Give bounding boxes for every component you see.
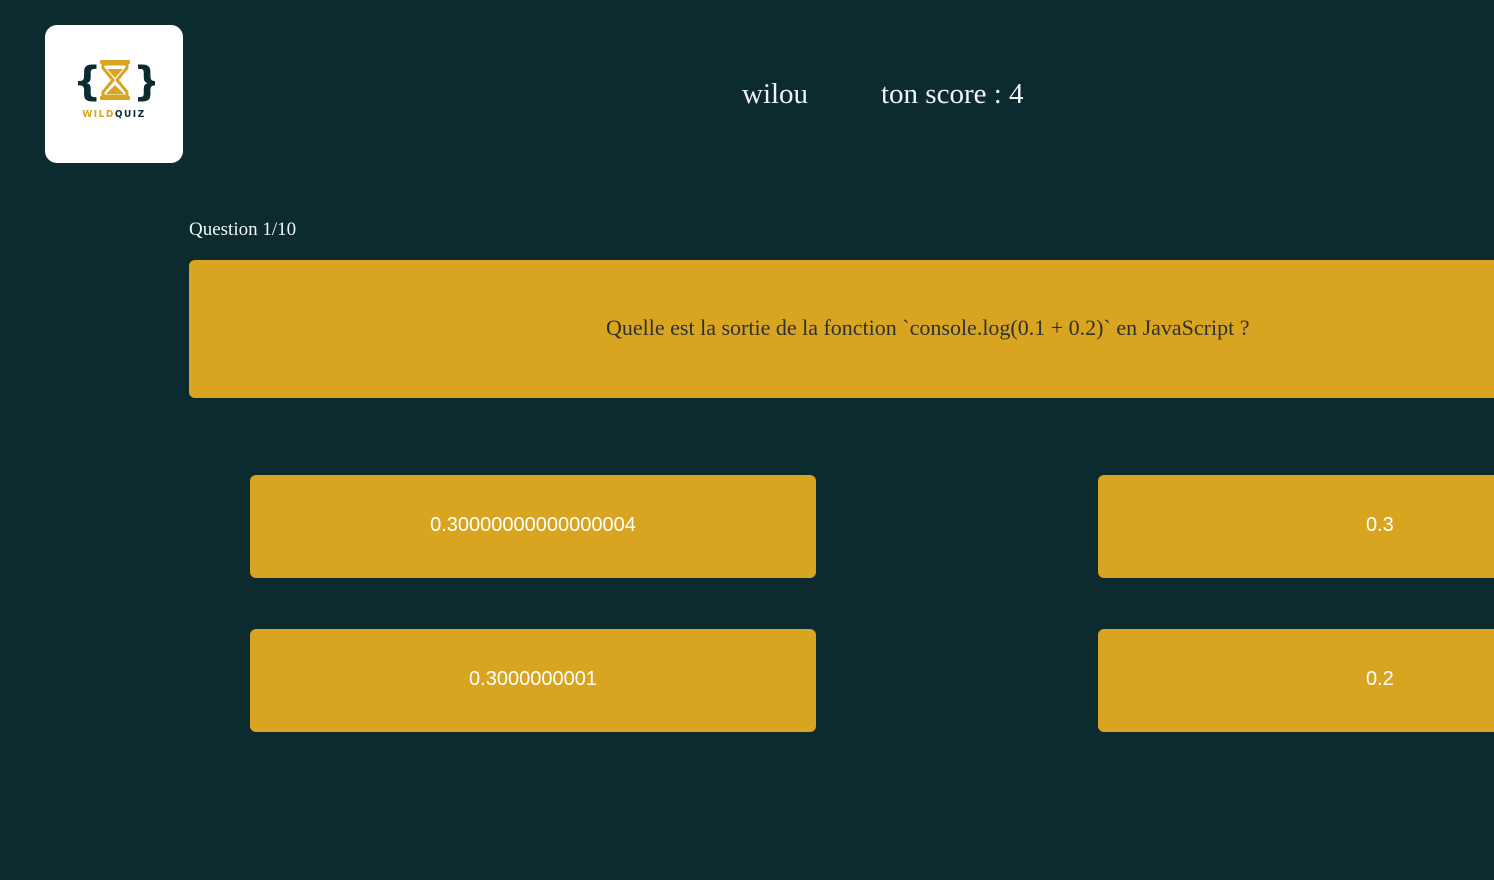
- answer-button-3[interactable]: 0.3000000001: [250, 629, 816, 732]
- question-counter: Question 1/10: [189, 219, 297, 240]
- answer-button-2[interactable]: 0.3: [1098, 475, 1494, 578]
- app-logo[interactable]: { } WILDQUIZ: [45, 25, 183, 163]
- question-card: Quelle est la sortie de la fonction `con…: [189, 260, 1494, 398]
- username-label: wilou: [742, 78, 809, 110]
- svg-text:}: }: [133, 59, 155, 103]
- answer-button-4[interactable]: 0.2: [1098, 629, 1494, 732]
- answer-label-4: 0.2: [1366, 668, 1394, 690]
- answer-label-2: 0.3: [1366, 514, 1394, 536]
- answer-button-1[interactable]: 0.30000000000000004: [250, 475, 816, 578]
- answer-label-3: 0.3000000001: [469, 668, 597, 690]
- score-label: ton score : 4: [881, 78, 1024, 110]
- logo-word-quiz: QUIZ: [114, 109, 146, 120]
- question-text: Quelle est la sortie de la fonction `con…: [606, 315, 1250, 340]
- logo-wordmark: WILDQUIZ: [45, 109, 183, 120]
- hourglass-braces-icon: { }: [73, 59, 155, 103]
- logo-word-wild: WILD: [82, 109, 115, 120]
- svg-text:{: {: [73, 59, 101, 103]
- answer-label-1: 0.30000000000000004: [430, 514, 636, 536]
